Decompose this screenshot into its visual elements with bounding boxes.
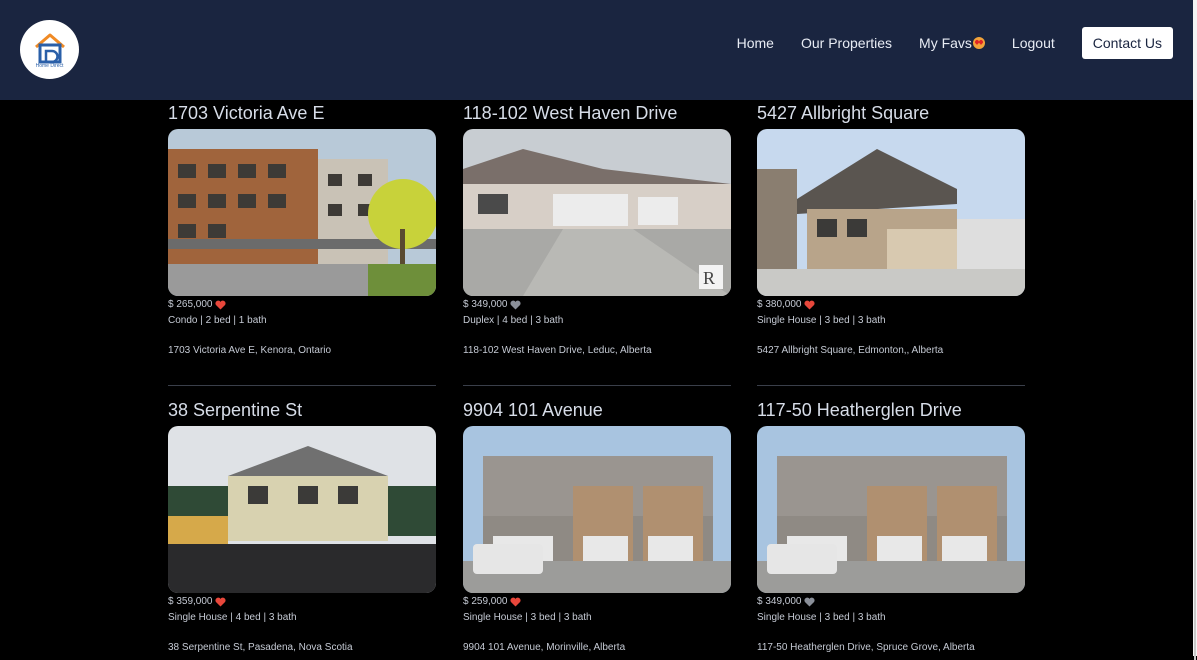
nav-my-favs-label: My Favs [919,35,972,51]
listing-price: $ 349,000 [757,596,802,607]
favorite-heart-icon[interactable] [803,300,815,310]
nav-our-properties-link[interactable]: Our Properties [801,35,892,51]
row-divider [463,385,731,386]
scrollbar-thumb[interactable] [1194,200,1196,660]
favorite-heart-icon[interactable] [509,597,521,607]
listing-address: 38 Serpentine St, Pasadena, Nova Scotia [168,642,353,653]
listing-card: 1703 Victoria Ave E $ 265,000 Condo | 2 … [168,100,436,357]
nav-my-favs-link[interactable]: My Favs [919,35,985,51]
listing-address: 9904 101 Avenue, Morinville, Alberta [463,642,626,653]
listing-card: 38 Serpentine St $ 359,000 Single House … [168,397,436,654]
listing-photo-townhouse[interactable] [463,426,731,593]
listing-title[interactable]: 9904 101 Avenue [463,397,731,423]
favorite-heart-icon[interactable] [214,597,226,607]
logo-text: Home Direct [35,62,64,69]
listing-title[interactable]: 38 Serpentine St [168,397,436,423]
listing-card: 117-50 Heatherglen Drive $ 349,000 Singl… [757,397,1025,654]
listing-price-row: $ 349,000 [463,299,731,311]
listing-title[interactable]: 117-50 Heatherglen Drive [757,397,1025,423]
heart-eyes-emoji-icon [972,37,985,49]
listing-price-row: $ 259,000 [463,596,731,608]
row-divider [757,385,1025,386]
listing-price-row: $ 265,000 [168,299,436,311]
favorite-heart-icon[interactable] [214,300,226,310]
listing-specs: Single House | 3 bed | 3 bath [757,315,886,326]
listing-specs: Single House | 3 bed | 3 bath [757,612,886,623]
contact-us-button[interactable]: Contact Us [1081,27,1173,59]
listing-photo-single-house[interactable] [757,129,1025,296]
favorite-heart-icon[interactable] [803,597,815,607]
main-nav: Home Our Properties My Favs Logout Conta… [737,27,1173,59]
favorite-heart-icon[interactable] [509,300,521,310]
svg-text:R: R [703,268,715,288]
listing-price-row: $ 380,000 [757,299,1025,311]
listing-specs: Condo | 2 bed | 1 bath [168,315,267,326]
listing-card: 5427 Allbright Square $ 380,000 Single H… [757,100,1025,357]
listing-price-row: $ 359,000 [168,596,436,608]
nav-logout-link[interactable]: Logout [1012,35,1055,51]
row-divider [168,385,436,386]
home-direct-logo[interactable]: Home Direct [20,20,79,79]
nav-home-link[interactable]: Home [737,35,774,51]
listing-address: 117-50 Heatherglen Drive, Spruce Grove, … [757,642,975,653]
listing-price-row: $ 349,000 [757,596,1025,608]
listing-photo-duplex[interactable]: R [463,129,731,296]
listing-specs: Duplex | 4 bed | 3 bath [463,315,564,326]
listing-title[interactable]: 1703 Victoria Ave E [168,100,436,126]
listing-price: $ 359,000 [168,596,213,607]
listing-card: 118-102 West Haven Drive R $ 349,000 Dup… [463,100,731,357]
listing-price: $ 349,000 [463,299,508,310]
listing-title[interactable]: 118-102 West Haven Drive [463,100,731,126]
listing-specs: Single House | 3 bed | 3 bath [463,612,592,623]
listing-title[interactable]: 5427 Allbright Square [757,100,1025,126]
header: Home Direct Home Our Properties My Favs … [0,0,1193,100]
listing-specs: Single House | 4 bed | 3 bath [168,612,297,623]
listing-address: 118-102 West Haven Drive, Leduc, Alberta [463,345,652,356]
listing-photo-condo[interactable] [168,129,436,296]
listing-address: 1703 Victoria Ave E, Kenora, Ontario [168,345,332,356]
house-logo-icon [34,33,65,63]
listing-price: $ 259,000 [463,596,508,607]
listing-price: $ 265,000 [168,299,213,310]
listing-photo-single-house[interactable] [168,426,436,593]
listing-photo-townhouse[interactable] [757,426,1025,593]
listing-card: 9904 101 Avenue $ 259,000 Single House |… [463,397,731,654]
listing-price: $ 380,000 [757,299,802,310]
listing-address: 5427 Allbright Square, Edmonton,, Albert… [757,345,944,356]
